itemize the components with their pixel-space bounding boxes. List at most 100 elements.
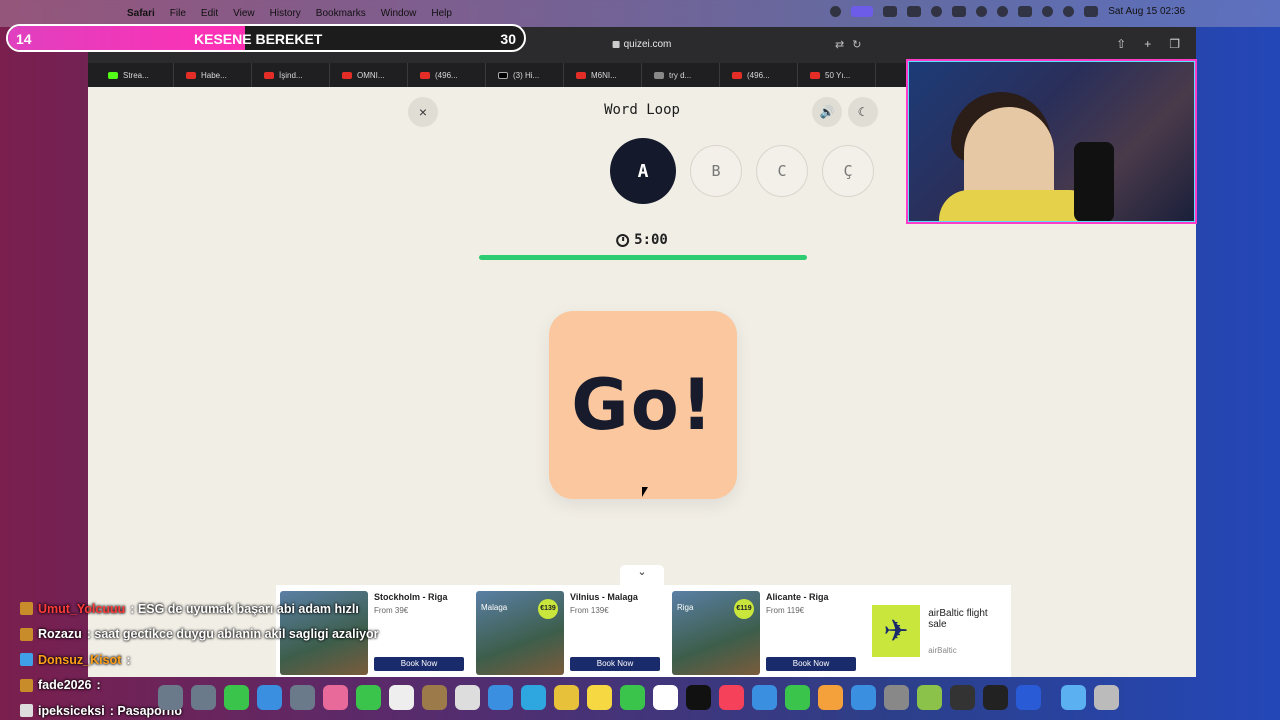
- youtube-icon: [732, 71, 742, 79]
- notes-icon[interactable]: [422, 684, 447, 710]
- trash-icon[interactable]: [1094, 684, 1119, 710]
- youtube-icon: [810, 71, 820, 79]
- ad-title: Vilnius - Malaga: [570, 592, 638, 602]
- screen-share-icon[interactable]: [851, 6, 874, 17]
- tab-label: (496...: [747, 70, 770, 80]
- system-settings-icon[interactable]: [884, 684, 909, 710]
- go-card[interactable]: Go!: [549, 311, 737, 499]
- tab[interactable]: Habe...: [174, 63, 252, 87]
- game-app-icon[interactable]: [917, 684, 942, 710]
- telegram-icon[interactable]: [521, 684, 546, 710]
- letter-selector: A B C Ç: [610, 138, 874, 204]
- menu-bookmarks[interactable]: Bookmarks: [316, 8, 366, 19]
- whatsapp-icon[interactable]: [620, 684, 645, 710]
- tab[interactable]: Strea...: [96, 63, 174, 87]
- speaker-icon: 🔊: [819, 105, 835, 119]
- mail-icon[interactable]: [257, 684, 282, 710]
- tab[interactable]: try d...: [642, 63, 720, 87]
- sound-button[interactable]: 🔊: [812, 97, 842, 127]
- battery-icon[interactable]: [1018, 6, 1033, 17]
- apple-tv-icon[interactable]: [686, 684, 711, 710]
- menu-file[interactable]: File: [170, 8, 186, 19]
- status-app-icon[interactable]: [830, 6, 842, 17]
- safari-icon[interactable]: [488, 684, 513, 710]
- menu-app[interactable]: Safari: [127, 8, 155, 19]
- chrome-icon[interactable]: [554, 684, 579, 710]
- address-bar-url[interactable]: quizei.com: [624, 39, 672, 50]
- tab[interactable]: (496...: [408, 63, 486, 87]
- letter-c-cedilla[interactable]: Ç: [822, 145, 874, 197]
- tab[interactable]: (496...: [720, 63, 798, 87]
- chat-user: fade2026: [38, 678, 92, 693]
- tab-overview-icon[interactable]: ❐: [1169, 37, 1180, 51]
- letter-a[interactable]: A: [610, 138, 676, 204]
- tab[interactable]: 50 Yı...: [798, 63, 876, 87]
- ad-promo[interactable]: ✈ airBaltic flight sale airBaltic: [864, 585, 1011, 677]
- cloud-icon[interactable]: [952, 6, 967, 17]
- numbers-icon[interactable]: [785, 684, 810, 710]
- book-now-button[interactable]: Book Now: [570, 657, 660, 671]
- reminders-icon[interactable]: [455, 684, 480, 710]
- keynote-icon[interactable]: [752, 684, 777, 710]
- book-now-button[interactable]: Book Now: [766, 657, 856, 671]
- wd-icon[interactable]: [1016, 684, 1041, 710]
- calendar-icon[interactable]: [389, 684, 414, 710]
- price-badge: €139: [538, 599, 558, 619]
- spotlight-search-icon[interactable]: [1063, 6, 1075, 17]
- letter-c[interactable]: C: [756, 145, 808, 197]
- menu-history[interactable]: History: [270, 8, 301, 19]
- timer-value: 5:00: [634, 232, 668, 248]
- pages-icon[interactable]: [818, 684, 843, 710]
- freeform-icon[interactable]: [653, 684, 678, 710]
- music-icon[interactable]: [719, 684, 744, 710]
- obs-icon[interactable]: [950, 684, 975, 710]
- menu-edit[interactable]: Edit: [201, 8, 218, 19]
- messages-icon[interactable]: [224, 684, 249, 710]
- finder-icon[interactable]: [158, 684, 183, 710]
- ad-card[interactable]: Malaga €139 Vilnius - Malaga From 139€ B…: [472, 585, 668, 677]
- epic-games-icon[interactable]: [983, 684, 1008, 710]
- photos-icon[interactable]: [323, 684, 348, 710]
- macos-menubar: Safari File Edit View History Bookmarks …: [0, 0, 1280, 27]
- tab-label: 50 Yı...: [825, 70, 851, 80]
- ad-collapse-button[interactable]: ⌄: [620, 565, 664, 585]
- menu-help[interactable]: Help: [431, 8, 452, 19]
- address-bar[interactable]: quizei.com: [612, 39, 672, 50]
- goal-title: KESENE BEREKET: [194, 31, 323, 47]
- keyboard-icon[interactable]: [883, 6, 898, 17]
- stream-goal-bar: 14 KESENE BEREKET 30: [6, 24, 526, 52]
- ad-card[interactable]: Riga €119 Alicante - Riga From 119€ Book…: [668, 585, 864, 677]
- control-center-icon[interactable]: [1084, 6, 1099, 17]
- app-store-icon[interactable]: [851, 684, 876, 710]
- tab[interactable]: M6NI...: [564, 63, 642, 87]
- airplane-icon: ✈: [872, 605, 921, 657]
- menu-window[interactable]: Window: [381, 8, 417, 19]
- menu-view[interactable]: View: [233, 8, 255, 19]
- folder-icon[interactable]: [1061, 684, 1086, 710]
- reload-icon[interactable]: ↻: [852, 38, 861, 51]
- tab[interactable]: OMNI...: [330, 63, 408, 87]
- tab[interactable]: (3) Hi...: [486, 63, 564, 87]
- letter-b[interactable]: B: [690, 145, 742, 197]
- stickies-icon[interactable]: [587, 684, 612, 710]
- ad-info: Alicante - Riga From 119€ Book Now: [766, 591, 860, 671]
- play-icon[interactable]: [997, 6, 1009, 17]
- share-icon[interactable]: ⇧: [1116, 37, 1126, 51]
- new-tab-icon[interactable]: +: [1144, 37, 1151, 51]
- bluetooth-icon[interactable]: [976, 6, 988, 17]
- tab[interactable]: İşind...: [252, 63, 330, 87]
- theme-toggle-button[interactable]: ☾: [848, 97, 878, 127]
- menubar-clock[interactable]: Sat Aug 15 02:36: [1108, 6, 1185, 17]
- translate-icon[interactable]: ⇄: [835, 38, 844, 51]
- creative-cloud-icon[interactable]: [931, 6, 943, 17]
- facetime-icon[interactable]: [356, 684, 381, 710]
- maps-icon[interactable]: [290, 684, 315, 710]
- launchpad-icon[interactable]: [191, 684, 216, 710]
- timer: 5:00: [616, 232, 668, 248]
- ad-image: Riga €119: [672, 591, 760, 675]
- grid-icon[interactable]: [907, 6, 922, 17]
- youtube-icon: [342, 71, 352, 79]
- close-button[interactable]: ×: [408, 97, 438, 127]
- menubar-menus: Safari File Edit View History Bookmarks …: [127, 8, 452, 19]
- wifi-icon[interactable]: [1042, 6, 1054, 17]
